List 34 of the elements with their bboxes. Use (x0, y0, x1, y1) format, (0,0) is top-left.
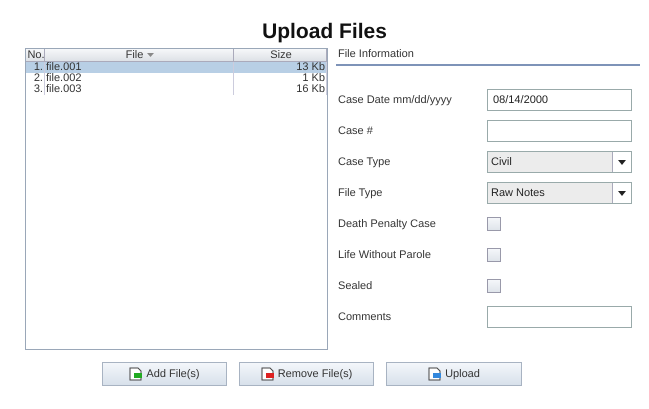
checkbox[interactable] (487, 278, 501, 292)
field-label: Comments (337, 310, 392, 322)
column-header[interactable]: File (45, 49, 234, 62)
caret-icon[interactable] (612, 152, 631, 172)
section-heading: File Information (336, 48, 640, 66)
action-button[interactable]: Add File(s) (102, 362, 227, 386)
input-field[interactable] (487, 306, 632, 328)
caret-icon[interactable] (612, 182, 631, 202)
table-cell[interactable]: file.002 (45, 73, 234, 84)
page-title: Upload Files (262, 20, 387, 44)
table-cell[interactable]: file.001 (45, 62, 234, 73)
action-button[interactable]: Upload (386, 362, 522, 386)
dropdown[interactable]: Civil (487, 150, 632, 172)
dropdown[interactable]: Raw Notes (487, 182, 632, 204)
field-label: Case # (337, 124, 374, 136)
remove-file-icon (260, 367, 275, 381)
column-header[interactable]: Size (234, 49, 327, 62)
field-label: Case Type (337, 156, 392, 168)
upload-file-icon (428, 367, 442, 381)
input-field[interactable]: 08/14/2000 (487, 88, 632, 110)
table-cell[interactable]: 13 Kb (234, 62, 327, 73)
checkbox[interactable] (487, 248, 501, 262)
field-label: Life Without Parole (337, 248, 432, 260)
field-label: File Type (337, 186, 384, 198)
field-label: Sealed (337, 280, 374, 292)
column-header[interactable]: No. (26, 49, 45, 62)
table-cell[interactable]: file.003 (45, 84, 234, 95)
add-file-icon (129, 367, 144, 381)
checkbox[interactable] (487, 216, 501, 230)
table-cell[interactable]: 1. (26, 62, 45, 73)
input-field[interactable] (487, 120, 632, 142)
field-label: Death Penalty Case (337, 218, 437, 230)
action-button[interactable]: Remove File(s) (239, 362, 374, 386)
field-label: Case Date mm/dd/yyyy (337, 94, 453, 106)
